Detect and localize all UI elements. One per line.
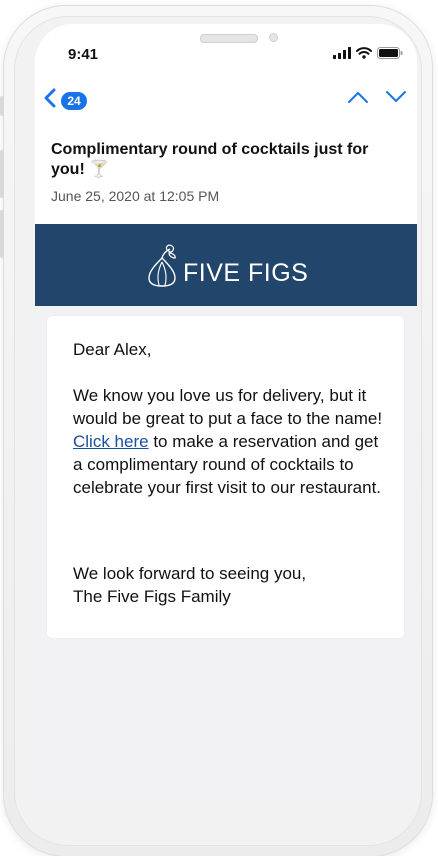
- fig-logo-icon: [145, 244, 179, 293]
- phone-screen: 9:41 24 Complimentary round of cocktails…: [35, 24, 417, 804]
- status-icons: [333, 46, 403, 64]
- email-date: June 25, 2020 at 12:05 PM: [51, 188, 220, 204]
- brand-banner: FIVE FIGS: [35, 224, 417, 306]
- back-button[interactable]: 24: [43, 88, 87, 113]
- chevron-up-icon[interactable]: [347, 90, 369, 109]
- closing-line: We look forward to seeing you,: [73, 564, 307, 583]
- phone-volume-up: [0, 150, 4, 198]
- signature: The Five Figs Family: [73, 587, 231, 606]
- reservation-link[interactable]: Click here: [73, 432, 149, 451]
- brand-logo: FIVE FIGS: [145, 244, 308, 293]
- body-text-before-link: We know you love us for delivery, but it…: [73, 386, 383, 428]
- email-header: Complimentary round of cocktails just fo…: [35, 124, 417, 225]
- brand-name: FIVE FIGS: [183, 259, 309, 287]
- message-nav-arrows: [347, 90, 407, 109]
- email-subject: Complimentary round of cocktails just fo…: [51, 141, 369, 178]
- body-paragraph: We know you love us for delivery, but it…: [73, 384, 383, 499]
- status-time: 9:41: [68, 46, 99, 63]
- chevron-down-icon[interactable]: [385, 90, 407, 109]
- mail-nav-bar: 24: [35, 72, 417, 124]
- battery-icon: [377, 46, 403, 64]
- greeting: Dear Alex,: [73, 340, 152, 359]
- status-bar: 9:41: [35, 24, 417, 72]
- front-camera: [269, 33, 278, 42]
- unread-count-badge: 24: [61, 91, 87, 110]
- email-body-card: Dear Alex, We know you love us for deliv…: [47, 316, 404, 638]
- phone-volume-down: [0, 210, 4, 258]
- signal-icon: [333, 46, 351, 64]
- wifi-icon: [356, 46, 372, 64]
- phone-silent-switch: [0, 96, 4, 116]
- speaker-grille: [200, 34, 258, 43]
- chevron-left-icon: [43, 88, 57, 113]
